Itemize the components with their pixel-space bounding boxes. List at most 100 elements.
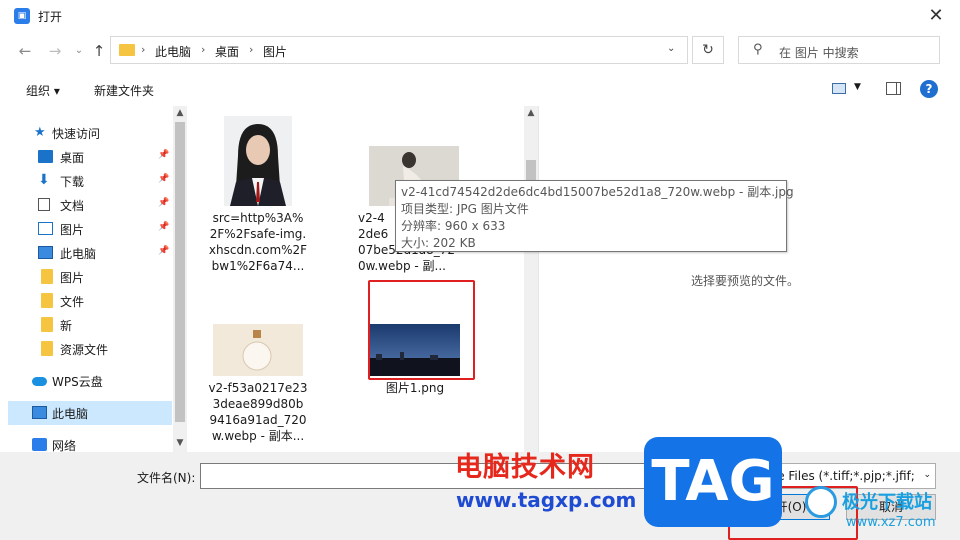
app-icon: ▣ (14, 8, 30, 24)
file-tooltip: v2-41cd74542d2de6dc4bd15007be52d1a8_720w… (395, 180, 794, 252)
view-options-icon[interactable] (832, 83, 846, 94)
pictures-icon (38, 222, 53, 235)
sidebar-item-downloads[interactable]: ⬇ 下载 📌 (8, 169, 172, 193)
sidebar-item-folder-pictures[interactable]: 图片 (8, 265, 172, 289)
recent-dropdown-icon[interactable]: ⌄ (68, 40, 90, 62)
watermark-site-url: www.xz7.com (846, 515, 936, 530)
scroll-up-icon[interactable]: ▲ (173, 108, 187, 118)
cloud-icon (32, 377, 47, 386)
folder-icon (41, 269, 53, 284)
sidebar-item-label: 文件 (60, 295, 85, 309)
star-icon: ★ (34, 125, 46, 140)
title-bar: ▣ 打开 ✕ (0, 0, 960, 32)
sidebar-item-folder-files[interactable]: 文件 (8, 289, 172, 313)
sidebar-item-documents[interactable]: 文档 📌 (8, 193, 172, 217)
preview-message: 选择要预览的文件。 (691, 274, 800, 288)
scroll-up-icon[interactable]: ▲ (524, 108, 538, 118)
sidebar-item-label: 图片 (60, 271, 85, 285)
network-icon (32, 438, 47, 451)
sidebar-scrollbar[interactable]: ▲ ▼ (173, 106, 187, 452)
computer-icon (32, 406, 47, 419)
tooltip-type: 项目类型: JPG 图片文件 (401, 202, 529, 216)
computer-icon (38, 246, 53, 259)
sidebar-item-label: 下载 (60, 175, 85, 189)
watermark-logo-icon (805, 486, 837, 518)
sidebar-item-folder-resources[interactable]: 资源文件 (8, 337, 172, 361)
sidebar-item-this-pc[interactable]: 此电脑 (8, 401, 172, 425)
preview-pane-icon[interactable] (886, 82, 901, 95)
chevron-down-icon[interactable]: ⌄ (667, 43, 675, 54)
sidebar-item-label: 图片 (60, 223, 85, 237)
sidebar-item-label: 桌面 (60, 151, 85, 165)
help-icon[interactable]: ? (920, 80, 938, 98)
sidebar-item-label: 新 (60, 319, 73, 333)
folder-icon (119, 44, 135, 56)
sidebar-item-label: 快速访问 (52, 127, 101, 141)
highlight-frame (368, 280, 475, 380)
sidebar-item-label: 此电脑 (52, 407, 89, 421)
back-arrow-icon[interactable]: ← (14, 40, 36, 62)
tooltip-resolution: 分辨率: 960 x 633 (401, 219, 506, 233)
folder-icon (41, 293, 53, 308)
navigation-pane: ★ 快速访问 桌面 📌 ⬇ 下载 📌 文档 📌 图片 📌 此电脑 📌 图片 文件… (0, 106, 187, 453)
breadcrumb-pictures[interactable]: 图片 (263, 43, 287, 60)
sidebar-item-quick-access[interactable]: ★ 快速访问 (8, 121, 172, 145)
watermark-url: www.tagxp.com (456, 488, 637, 512)
refresh-icon[interactable]: ↻ (692, 36, 724, 64)
breadcrumb-desktop[interactable]: 桌面 (215, 43, 239, 60)
command-toolbar: 组织 ▾ 新建文件夹 ▼ ? (0, 72, 960, 106)
preview-pane: 选择要预览的文件。 (538, 106, 960, 452)
chevron-down-icon[interactable]: ▼ (854, 82, 861, 92)
organize-menu[interactable]: 组织 ▾ (26, 82, 60, 99)
sidebar-item-this-pc-pinned[interactable]: 此电脑 📌 (8, 241, 172, 265)
sidebar-item-network[interactable]: 网络 (8, 433, 172, 453)
folder-icon (41, 317, 53, 332)
pin-icon: 📌 (158, 198, 170, 208)
file-list: src=http%3A% 2F%2Fsafe-img. xhscdn.com%2… (188, 106, 538, 452)
sidebar-item-label: 资源文件 (60, 343, 109, 357)
breadcrumb-this-pc[interactable]: 此电脑 (155, 43, 191, 60)
pin-icon: 📌 (158, 174, 170, 184)
file-thumbnail[interactable] (224, 116, 292, 206)
chevron-right-icon[interactable]: › (249, 43, 253, 56)
search-input[interactable]: ⚲ 在 图片 中搜索 (738, 36, 940, 64)
chevron-right-icon[interactable]: › (201, 43, 205, 56)
pin-icon: 📌 (158, 222, 170, 232)
file-thumbnail[interactable] (213, 324, 303, 376)
bottle-image (213, 324, 303, 376)
sidebar-item-folder-new[interactable]: 新 (8, 313, 172, 337)
sidebar-item-label: WPS云盘 (52, 375, 103, 389)
pin-icon: 📌 (158, 150, 170, 160)
tooltip-name: v2-41cd74542d2de6dc4bd15007be52d1a8_720w… (401, 185, 794, 199)
sidebar-item-desktop[interactable]: 桌面 📌 (8, 145, 172, 169)
scrollbar-thumb[interactable] (175, 122, 185, 422)
file-name[interactable]: 图片1.png (360, 380, 470, 396)
file-list-scrollbar[interactable]: ▲ (524, 106, 538, 452)
document-icon (38, 198, 50, 211)
watermark-tag: TAG (644, 437, 782, 527)
watermark-title: 电脑技术网 (455, 452, 595, 483)
new-folder-button[interactable]: 新建文件夹 (94, 82, 154, 99)
scroll-down-icon[interactable]: ▼ (173, 438, 187, 448)
sidebar-item-label: 文档 (60, 199, 85, 213)
dialog-title: 打开 (38, 10, 63, 24)
filename-label: 文件名(N): (137, 471, 196, 485)
portrait-image (224, 116, 292, 206)
sidebar-item-pictures[interactable]: 图片 📌 (8, 217, 172, 241)
sidebar-item-wps-cloud[interactable]: WPS云盘 (8, 369, 172, 393)
file-name[interactable]: v2-f53a0217e23 3deae899d80b 9416a91ad_72… (203, 380, 313, 444)
search-placeholder: 在 图片 中搜索 (779, 46, 859, 60)
address-bar[interactable]: › 此电脑 › 桌面 › 图片 ⌄ (110, 36, 688, 64)
chevron-right-icon: › (141, 43, 146, 56)
file-name[interactable]: src=http%3A% 2F%2Fsafe-img. xhscdn.com%2… (203, 210, 313, 274)
tooltip-size: 大小: 202 KB (401, 236, 476, 250)
folder-icon (41, 341, 53, 356)
sidebar-item-label: 此电脑 (60, 247, 97, 261)
watermark-site: 极光下载站 (842, 492, 932, 513)
up-arrow-icon[interactable]: ↑ (88, 40, 110, 62)
download-icon: ⬇ (38, 172, 50, 188)
close-icon[interactable]: ✕ (924, 4, 948, 28)
forward-arrow-icon[interactable]: → (44, 40, 66, 62)
chevron-down-icon[interactable]: ⌄ (923, 470, 931, 480)
pin-icon: 📌 (158, 246, 170, 256)
